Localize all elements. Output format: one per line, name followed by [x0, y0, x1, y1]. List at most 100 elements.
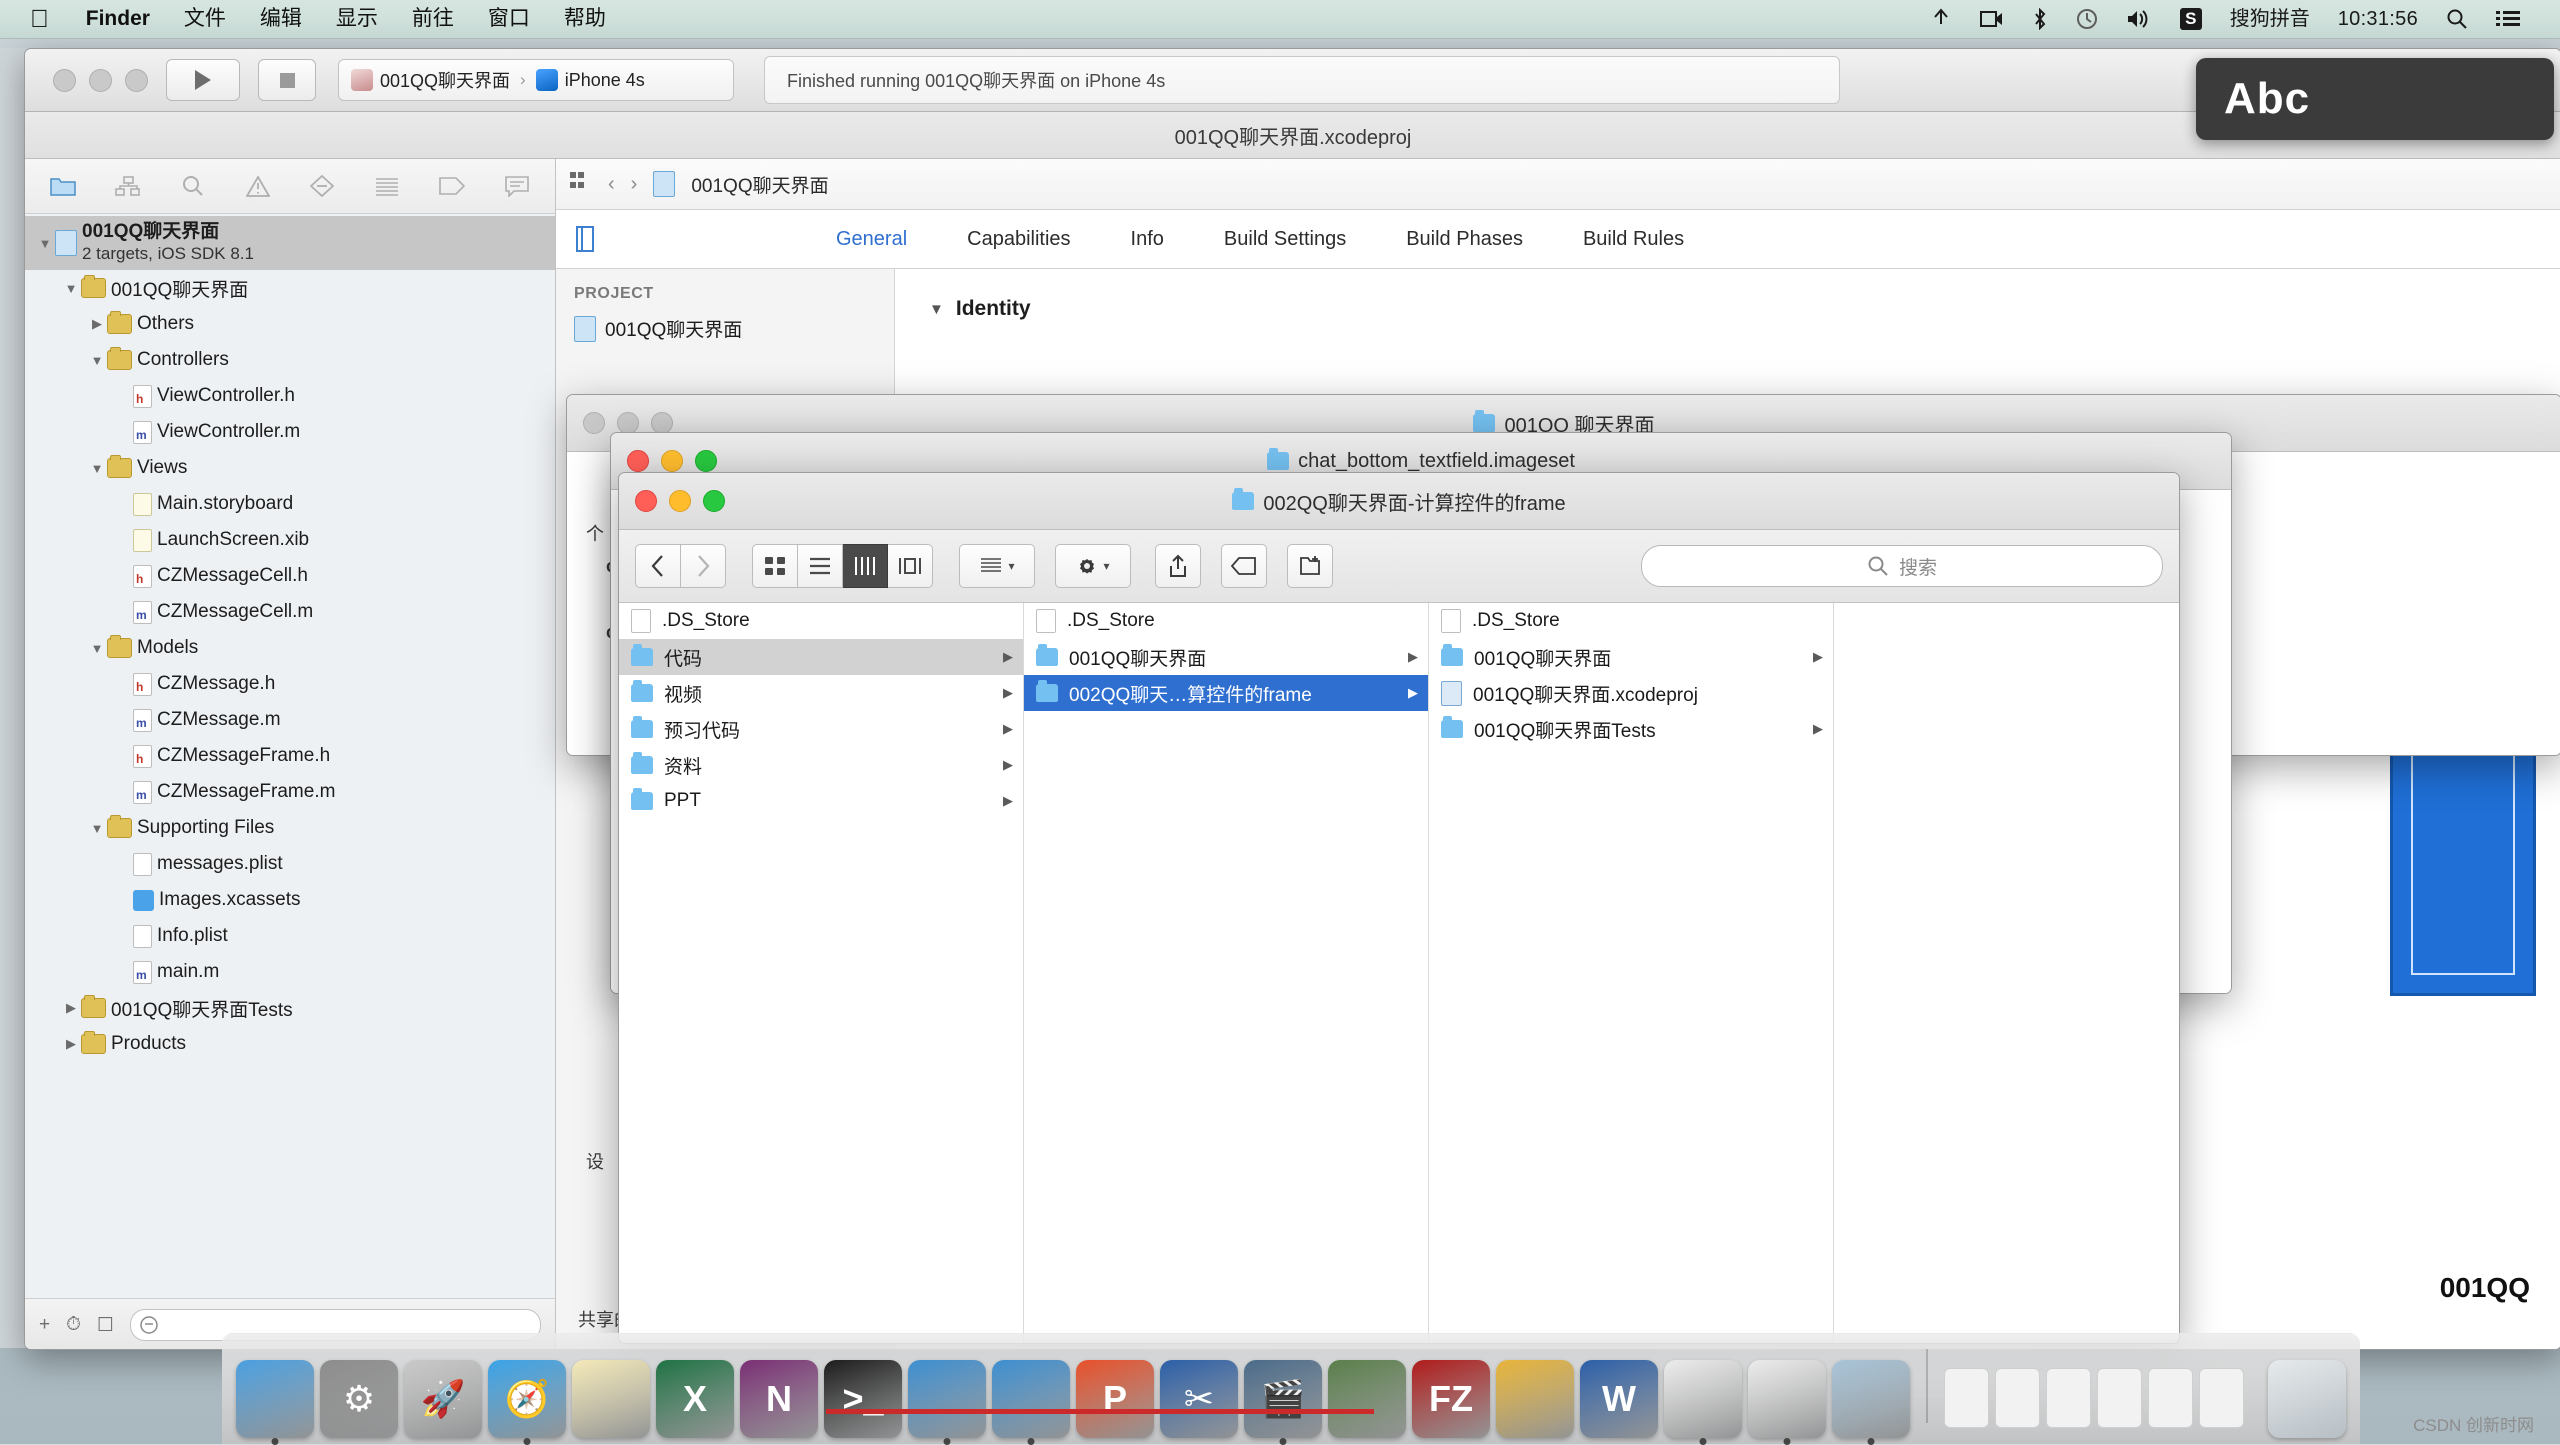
tab-general[interactable]: General: [806, 210, 937, 268]
chevron-down-icon[interactable]: ▼: [87, 461, 107, 476]
menu-item-view[interactable]: 显示: [319, 0, 395, 38]
dock-pages-icon[interactable]: [1748, 1360, 1826, 1445]
project-navigator-row[interactable]: LaunchScreen.xib: [25, 522, 555, 558]
project-navigator-row[interactable]: m ViewController.m: [25, 414, 555, 450]
project-navigator-root-row[interactable]: ▼ 001QQ聊天界面 2 targets, iOS SDK 8.1: [25, 216, 555, 270]
project-navigator-row[interactable]: h CZMessageFrame.h: [25, 738, 555, 774]
chevron-right-icon[interactable]: ›: [631, 173, 638, 196]
clock-icon[interactable]: ⏱: [66, 1314, 81, 1336]
project-navigator-row[interactable]: ▼ Controllers: [25, 342, 555, 378]
project-navigator-tree[interactable]: ▼ 001QQ聊天界面 2 targets, iOS SDK 8.1 ▼ 001QQ聊天…: [25, 214, 555, 1298]
time-machine-icon[interactable]: [2062, 8, 2112, 30]
dock-excel-icon[interactable]: X: [656, 1360, 734, 1438]
xcode-window-controls[interactable]: [53, 68, 148, 92]
arrange-button[interactable]: ▾: [959, 544, 1035, 588]
report-icon[interactable]: [355, 159, 420, 213]
chevron-down-icon[interactable]: ▼: [61, 281, 81, 296]
column-view-button[interactable]: [843, 544, 888, 588]
dock-camtasia-icon[interactable]: [1328, 1360, 1406, 1438]
dock-finder-icon[interactable]: [236, 1360, 314, 1445]
dock-parallels-icon[interactable]: P: [1076, 1360, 1154, 1438]
dock-quicktime-icon[interactable]: 🎬: [1244, 1360, 1322, 1445]
project-navigator-row[interactable]: ▶ Products: [25, 1026, 555, 1062]
dock-window-thumb-1[interactable]: [1943, 1368, 1989, 1428]
dock-word-icon[interactable]: W: [1580, 1360, 1658, 1438]
zoom-button[interactable]: [125, 68, 148, 92]
list-view-button[interactable]: [798, 544, 843, 588]
project-navigator-row[interactable]: m main.m: [25, 954, 555, 990]
tab-build-settings[interactable]: Build Settings: [1194, 210, 1376, 268]
dock-window-thumb-4[interactable]: [2096, 1368, 2142, 1428]
tag-icon[interactable]: [420, 159, 485, 213]
project-navigator-row[interactable]: ▼ 001QQ聊天界面: [25, 270, 555, 306]
chevron-down-icon[interactable]: ▼: [87, 821, 107, 836]
new-folder-button[interactable]: [1287, 544, 1333, 588]
input-method-label[interactable]: 搜狗拼音: [2216, 0, 2324, 38]
scheme-selector[interactable]: 001QQ聊天界面 › iPhone 4s: [338, 59, 734, 101]
tab-info[interactable]: Info: [1101, 210, 1194, 268]
finder-list-item[interactable]: .DS_Store: [1024, 603, 1428, 639]
project-navigator-row[interactable]: ▼ Supporting Files: [25, 810, 555, 846]
finder-list-item[interactable]: 资料 ▶: [619, 747, 1023, 783]
finder-list-item[interactable]: 001QQ聊天界面 ▶: [1024, 639, 1428, 675]
project-navigator-row[interactable]: h CZMessage.h: [25, 666, 555, 702]
view-mode-segment[interactable]: [752, 544, 933, 588]
close-button[interactable]: [627, 450, 649, 472]
finder-list-item[interactable]: 002QQ聊天…算控件的frame ▶: [1024, 675, 1428, 711]
tab-capabilities[interactable]: Capabilities: [937, 210, 1100, 268]
finder-list-item[interactable]: 视频 ▶: [619, 675, 1023, 711]
dock-xcode-beta-icon[interactable]: [992, 1360, 1070, 1445]
dock-system-preferences-icon[interactable]: ⚙: [320, 1360, 398, 1438]
finder-back-window-controls[interactable]: [567, 412, 673, 434]
share-button[interactable]: [1155, 544, 1201, 588]
chevron-down-icon[interactable]: ▼: [35, 236, 55, 251]
close-button[interactable]: [53, 68, 76, 92]
chevron-down-icon[interactable]: ▼: [87, 353, 107, 368]
dock-terminal-icon[interactable]: >_: [824, 1360, 902, 1438]
project-navigator-row[interactable]: Images.xcassets: [25, 882, 555, 918]
finder-front-title-bar[interactable]: 002QQ聊天界面-计算控件的frame: [619, 473, 2179, 530]
screen-record-icon[interactable]: [1966, 10, 2018, 28]
search-icon[interactable]: [2432, 8, 2482, 30]
plus-icon[interactable]: +: [39, 1314, 50, 1336]
navigation-segment[interactable]: [635, 544, 726, 588]
tag-button[interactable]: [1221, 544, 1267, 588]
run-button[interactable]: [166, 59, 240, 101]
chevron-right-icon[interactable]: ▶: [61, 1036, 81, 1052]
menu-item-help[interactable]: 帮助: [547, 0, 623, 38]
dock-launchpad-icon[interactable]: 🚀: [404, 1360, 482, 1438]
project-navigator-row[interactable]: Main.storyboard: [25, 486, 555, 522]
menu-item-edit[interactable]: 编辑: [243, 0, 319, 38]
dock-window-thumb-5[interactable]: [2147, 1368, 2193, 1428]
folder-icon[interactable]: [31, 159, 96, 213]
close-button[interactable]: [635, 490, 657, 512]
dock-window-thumb-2[interactable]: [1994, 1368, 2040, 1428]
source-control-filter-icon[interactable]: ☐: [97, 1314, 114, 1337]
volume-icon[interactable]: [2112, 9, 2166, 29]
project-navigator-row[interactable]: h ViewController.h: [25, 378, 555, 414]
icon-view-button[interactable]: [752, 544, 798, 588]
project-navigator-row[interactable]: messages.plist: [25, 846, 555, 882]
identity-section-header[interactable]: ▼ Identity: [929, 297, 2560, 321]
related-items-icon[interactable]: [570, 171, 592, 197]
zoom-button[interactable]: [651, 412, 673, 434]
input-method-badge[interactable]: S: [2166, 8, 2216, 30]
finder-column-4[interactable]: [1834, 603, 2179, 1343]
breakpoint-icon[interactable]: [290, 159, 355, 213]
jump-bar-path[interactable]: 001QQ聊天界面: [691, 171, 828, 198]
zoom-button[interactable]: [695, 450, 717, 472]
hierarchy-icon[interactable]: [96, 159, 161, 213]
project-navigator-row[interactable]: ▼ Models: [25, 630, 555, 666]
project-navigator-row[interactable]: m CZMessageCell.m: [25, 594, 555, 630]
project-editor-tab-bar[interactable]: General Capabilities Info Build Settings Bui…: [556, 210, 2560, 269]
finder-list-item[interactable]: 预习代码 ▶: [619, 711, 1023, 747]
finder-column-1[interactable]: .DS_Store 代码 ▶ 视频 ▶ 预习代码 ▶ 资料 ▶ PPT ▶: [619, 603, 1024, 1343]
menu-item-window[interactable]: 窗口: [471, 0, 547, 38]
dock-preview-icon[interactable]: [1832, 1360, 1910, 1445]
forward-button[interactable]: [681, 544, 726, 588]
chevron-down-icon[interactable]: ▼: [87, 641, 107, 656]
chevron-right-icon[interactable]: ▶: [61, 1000, 81, 1016]
project-list-item[interactable]: 001QQ聊天界面: [574, 315, 894, 342]
minimize-button[interactable]: [89, 68, 112, 92]
dock-xcode-icon[interactable]: [908, 1360, 986, 1445]
